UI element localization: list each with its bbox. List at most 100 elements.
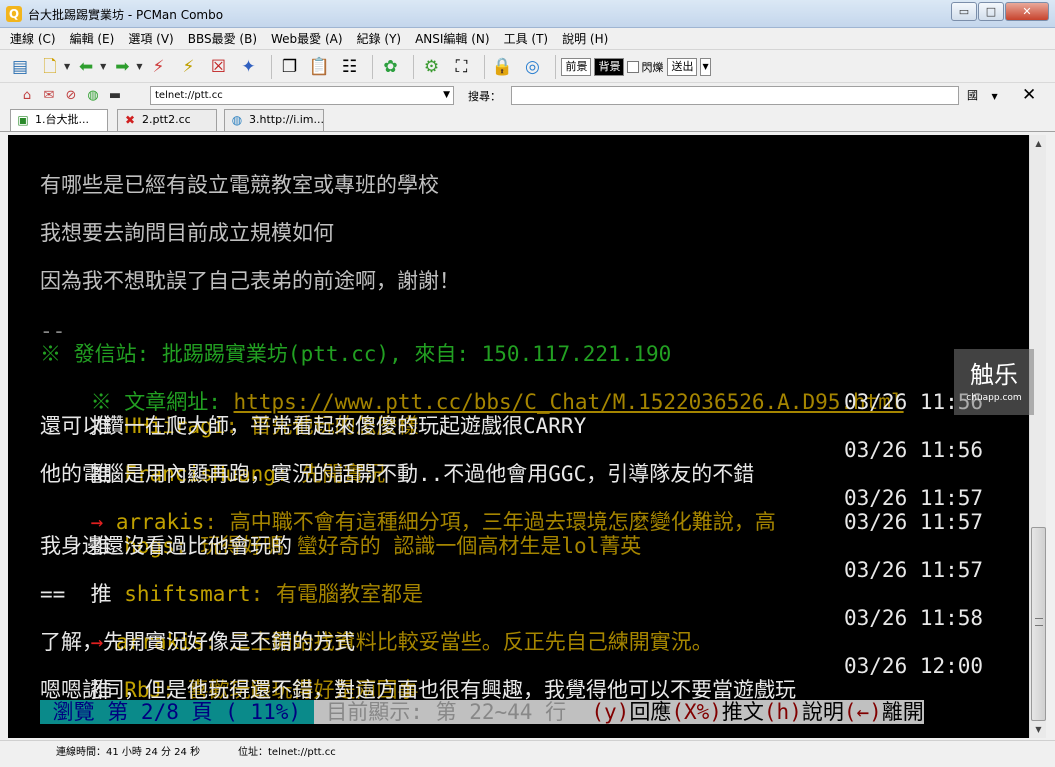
menu-options[interactable]: 選項 (V) (128, 30, 173, 47)
reply-line: 還可以鑽一在爬大師，平常看起來傻傻的玩起遊戲很CARRY (40, 414, 587, 438)
scroll-down-icon[interactable]: ▼ (1030, 721, 1047, 738)
chevron-down-icon[interactable]: ▼ (136, 62, 142, 71)
reconnect-icon[interactable]: ⚡ (176, 55, 200, 79)
paste-text-icon[interactable]: ☷ (337, 55, 361, 79)
add-favorite-icon[interactable]: ✦ (236, 55, 260, 79)
menu-bbs-favorites[interactable]: BBS最愛 (B) (188, 30, 257, 47)
foreground-color-button[interactable]: 前景 (561, 57, 592, 76)
chevron-down-icon[interactable]: ▼ (443, 87, 450, 104)
window-title: 台大批踢踢實業坊 - PCMan Combo (28, 8, 224, 22)
push-line: 推 FrancisHuang: 先開實況 (40, 438, 386, 486)
push-time: 03/26 11:57 (844, 510, 984, 534)
connection-time: 連線時間：41 小時 24 分 24 秒 (56, 747, 201, 758)
page-indicator: 瀏覽 第 2/8 頁 ( 11%) (40, 700, 314, 724)
tab-ptt[interactable]: ▣ 1.台大批... (10, 109, 108, 131)
toolbar-separator (555, 54, 557, 79)
menu-edit[interactable]: 編輯 (E) (70, 30, 115, 47)
reply-line: 嗯嗯認同，但是他玩得還不錯，對這方面也很有興趣，我覺得他可以不要當遊戲玩 (40, 678, 796, 702)
close-toolbar-icon[interactable]: ✕ (1022, 85, 1036, 105)
menu-tools[interactable]: 工具 (T) (504, 30, 549, 47)
new-connection-icon[interactable]: 🗋 (38, 55, 62, 79)
fullscreen-icon[interactable]: ⛶ (449, 55, 473, 79)
menu-web-favorites[interactable]: Web最愛 (A) (271, 30, 343, 47)
title-bar[interactable]: Q 台大批踢踢實業坊 - PCMan Combo ▭ □ ✕ (0, 0, 1055, 28)
menu-history[interactable]: 紀錄 (Y) (357, 30, 402, 47)
back-icon[interactable]: ⬅ (74, 55, 98, 79)
send-button[interactable]: 送出 (667, 57, 698, 76)
search-input[interactable] (511, 86, 959, 105)
push-content: : 有電腦教室都是 (250, 582, 423, 606)
settings-icon[interactable]: ⚙ (419, 55, 443, 79)
grip-icon (1035, 618, 1043, 626)
url-line: ※ 文章網址: https://www.ptt.cc/bbs/C_Chat/M.… (40, 366, 904, 414)
pcman-icon: Q (6, 6, 22, 22)
blink-checkbox[interactable] (627, 60, 640, 73)
close-button[interactable]: ✕ (1005, 2, 1049, 21)
watermark-title: 触乐 (970, 361, 1018, 389)
globe-icon[interactable]: ◍ (84, 87, 102, 105)
chevron-down-icon: ▼ (991, 92, 998, 101)
search-engine-select[interactable]: 國 ▼ (964, 86, 1006, 105)
emoticon-icon[interactable]: ✿ (378, 55, 402, 79)
terminal-screen[interactable]: 有哪些是已經有設立電競教室或專班的學校 我想要去詢問目前成立規模如何 因為我不想… (8, 135, 1029, 738)
watermark-logo: 触乐 chuapp.com (954, 349, 1034, 415)
push-line: 推 HHiiragi: 首先他玩的怎麼樣 (40, 390, 419, 438)
chevron-down-icon[interactable]: ▼ (64, 62, 70, 71)
article-line: 因為我不想耽誤了自己表弟的前途啊，謝謝！ (40, 269, 460, 293)
push-tag: 推 (90, 582, 112, 606)
forward-icon[interactable]: ➡ (110, 55, 134, 79)
address-value: telnet://ptt.cc (155, 90, 223, 101)
terminal-scrollbar[interactable]: ▲ ▼ (1029, 135, 1046, 738)
disconnect-icon[interactable]: ⚡ (146, 55, 170, 79)
send-dropdown[interactable]: ▼ (700, 57, 711, 76)
close-connection-icon[interactable]: ☒ (206, 55, 230, 79)
lock-icon[interactable]: 🔒 (490, 55, 514, 79)
exit-hint: 離開 (881, 700, 924, 724)
push-time: 03/26 11:57 (844, 486, 984, 510)
reply-line: 他的電腦是用內顯再跑，實況的話開不動..不過他會用GGC，引導隊友的不錯 (40, 462, 755, 486)
article-line: 我想要去詢問目前成立規模如何 (40, 221, 334, 245)
push-time: 03/26 11:58 (844, 606, 984, 630)
signature-separator: -- (40, 319, 66, 343)
reply-hint: 回應 (629, 700, 672, 724)
browse-status-bar: 瀏覽 第 2/8 頁 ( 11%) 目前顯示: 第 22~44 行 (y)回應(… (40, 700, 924, 724)
watermark-site: chuapp.com (966, 393, 1022, 403)
line-range: 目前顯示: 第 22~44 行 (313, 700, 579, 724)
push-line: 推 RbJ: 喜歡玩跟玩得好是兩回事 (40, 654, 419, 702)
scrollbar-thumb[interactable] (1031, 527, 1046, 721)
status-address: 位址：telnet://ptt.cc (238, 747, 336, 758)
site-list-icon[interactable]: ▤ (8, 55, 32, 79)
tab-bar: ▣ 1.台大批... ✖ 2.ptt2.cc ◍ 3.http://i.im..… (0, 108, 1055, 132)
paste-icon[interactable]: 📋 (307, 55, 331, 79)
origin-line: ※ 發信站: 批踢踢實業坊(ptt.cc), 來自: 150.117.221.1… (40, 342, 672, 366)
copy-icon[interactable]: ❐ (277, 55, 301, 79)
push-time: 03/26 12:00 (844, 654, 984, 678)
background-color-button[interactable]: 背景 (594, 57, 625, 76)
status-bar: 連線時間：41 小時 24 分 24 秒 位址：telnet://ptt.cc (0, 740, 1055, 767)
minimize-button[interactable]: ▭ (951, 2, 977, 21)
toolbar-separator (372, 54, 374, 79)
tab-ptt2[interactable]: ✖ 2.ptt2.cc (117, 109, 217, 131)
address-toolbar: ⌂ ✉ ⊘ ◍ ▬ telnet://ptt.cc ▼ 搜尋： 國 ▼ ✕ (0, 84, 1055, 108)
browser-icon[interactable]: ◎ (520, 55, 544, 79)
push-line: → arrakis: 二上開始找資料比較妥當些。反正先自己練開實況。 (40, 606, 713, 654)
maximize-button[interactable]: □ (978, 2, 1004, 21)
terminal-icon[interactable]: ▬ (106, 87, 124, 105)
chevron-down-icon[interactable]: ▼ (100, 62, 106, 71)
menu-help[interactable]: 說明 (H) (562, 30, 608, 47)
scroll-up-icon[interactable]: ▲ (1030, 135, 1047, 152)
tab-web[interactable]: ◍ 3.http://i.im... (224, 109, 324, 131)
toolbar-separator (484, 54, 486, 79)
tab-label: 1.台大批... (35, 113, 89, 126)
menu-ansi-edit[interactable]: ANSI編輯 (N) (415, 30, 490, 47)
block-icon[interactable]: ⊘ (62, 87, 80, 105)
main-toolbar: ▤ 🗋 ▼ ⬅ ▼ ➡ ▼ ⚡ ⚡ ☒ ✦ ❐ 📋 ☷ ✿ ⚙ ⛶ 🔒 ◎ 前景… (0, 51, 1055, 83)
menu-bar: 連線 (C) 編輯 (E) 選項 (V) BBS最愛 (B) Web最愛 (A)… (0, 28, 1055, 50)
status-hints: 目前顯示: 第 22~44 行 (y)回應(X%)推文(h)說明(←)離開 (313, 700, 924, 724)
mail-icon[interactable]: ✉ (40, 87, 58, 105)
home-icon[interactable]: ⌂ (18, 87, 36, 105)
help-hint: 說明 (801, 700, 844, 724)
menu-connection[interactable]: 連線 (C) (10, 30, 56, 47)
web-icon: ◍ (231, 113, 243, 127)
address-field[interactable]: telnet://ptt.cc ▼ (150, 86, 454, 105)
